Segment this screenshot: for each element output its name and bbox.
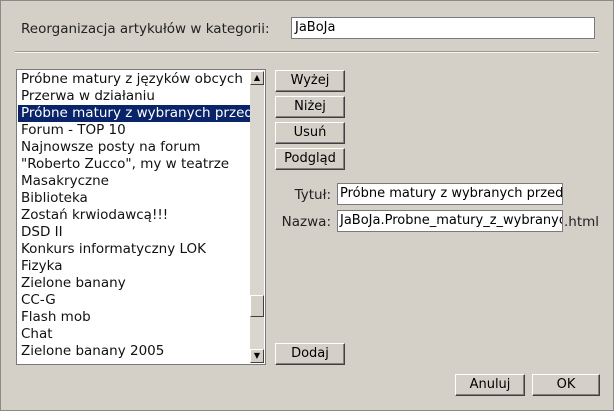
articles-list: Próbne matury z języków obcych Przerwa w …: [18, 71, 250, 360]
list-item[interactable]: Forum - TOP 10: [18, 122, 250, 139]
list-item[interactable]: Próbne matury z języków obcych: [18, 71, 250, 88]
list-item[interactable]: DSD II: [18, 224, 250, 241]
list-item[interactable]: Konkurs informatyczny LOK: [18, 241, 250, 258]
title-field[interactable]: Próbne matury z wybranych przedmiotów: [337, 183, 563, 205]
filename-label: Nazwa:: [281, 214, 331, 230]
list-item[interactable]: Zostań krwiodawcą!!!: [18, 207, 250, 224]
move-up-button[interactable]: Wyżej: [275, 70, 345, 92]
ok-button[interactable]: OK: [532, 374, 600, 396]
list-item[interactable]: Masakryczne: [18, 173, 250, 190]
list-item[interactable]: Próbne matury z wybranych przedmiotów: [18, 105, 250, 122]
move-down-button[interactable]: Niżej: [275, 96, 345, 118]
list-item[interactable]: CC-G: [18, 292, 250, 309]
article-reorder-dialog: Reorganizacja artykułów w kategorii: JaB…: [0, 0, 614, 411]
arrow-down-icon[interactable]: ▼: [250, 349, 264, 363]
delete-button[interactable]: Usuń: [275, 122, 345, 144]
list-item[interactable]: Przerwa w działaniu: [18, 88, 250, 105]
list-scrollbar[interactable]: ▲ ▼: [250, 71, 264, 363]
list-item[interactable]: "Roberto Zucco", my w teatrze: [18, 156, 250, 173]
list-item[interactable]: Fizyka: [18, 258, 250, 275]
category-label: Reorganizacja artykułów w kategorii:: [21, 21, 270, 37]
list-item[interactable]: Zielone banany 2005: [18, 343, 250, 360]
add-button[interactable]: Dodaj: [275, 343, 345, 365]
list-item[interactable]: Flash mob: [18, 309, 250, 326]
scrollbar-thumb[interactable]: [250, 295, 264, 317]
title-label: Tytuł:: [294, 187, 331, 203]
separator: [15, 51, 599, 53]
cancel-button[interactable]: Anuluj: [455, 374, 525, 396]
category-field[interactable]: JaBoJa: [291, 17, 595, 39]
list-item[interactable]: Najnowsze posty na forum: [18, 139, 250, 156]
list-item[interactable]: Chat: [18, 326, 250, 343]
list-item[interactable]: Biblioteka: [18, 190, 250, 207]
filename-field[interactable]: JaBoJa.Probne_matury_z_wybranych_przedmi…: [337, 210, 563, 232]
arrow-up-icon[interactable]: ▲: [250, 71, 264, 85]
articles-listbox[interactable]: Próbne matury z języków obcych Przerwa w …: [16, 69, 266, 365]
list-item[interactable]: Zielone banany: [18, 275, 250, 292]
filename-suffix: .html: [564, 214, 600, 230]
preview-button[interactable]: Podgląd: [275, 148, 345, 170]
